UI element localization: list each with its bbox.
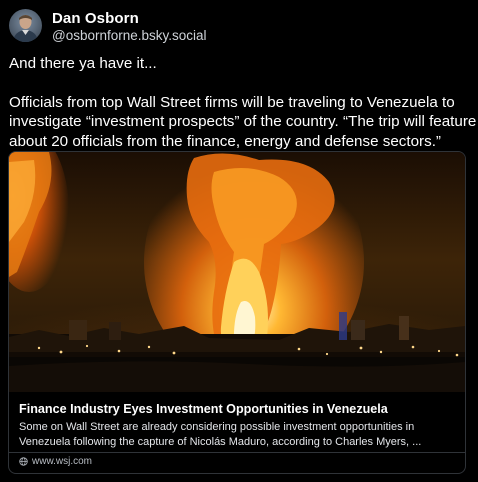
link-card-domain-text: www.wsj.com [32,456,93,467]
post-text-line: And there ya have it... [9,55,157,72]
post: Dan Osborn @osbornforne.bsky.social And … [0,0,478,482]
post-text-line: investigate “investment prospects” of th… [9,113,477,130]
globe-icon [19,457,28,466]
author-handle[interactable]: @osbornforne.bsky.social [52,28,207,43]
post-text-line: about 20 officials from the finance, ene… [9,132,441,150]
author-name[interactable]: Dan Osborn [52,10,139,27]
explosion-night-photo [9,152,465,392]
link-card-description-line: Venezuela following the capture of Nicol… [19,435,422,448]
post-text: And there ya have it... Officials from t… [9,54,477,151]
avatar[interactable] [9,9,42,42]
link-card-domain[interactable]: www.wsj.com [19,456,92,467]
link-card-description: Some on Wall Street are already consider… [19,420,459,449]
post-text-line: Officials from top Wall Street firms wil… [9,93,455,111]
link-card-description-line: Some on Wall Street are already consider… [19,421,415,433]
link-card-divider [9,452,465,453]
user-avatar-icon [9,9,42,42]
link-card-title[interactable]: Finance Industry Eyes Investment Opportu… [19,402,388,416]
link-card[interactable]: Finance Industry Eyes Investment Opportu… [8,151,466,474]
